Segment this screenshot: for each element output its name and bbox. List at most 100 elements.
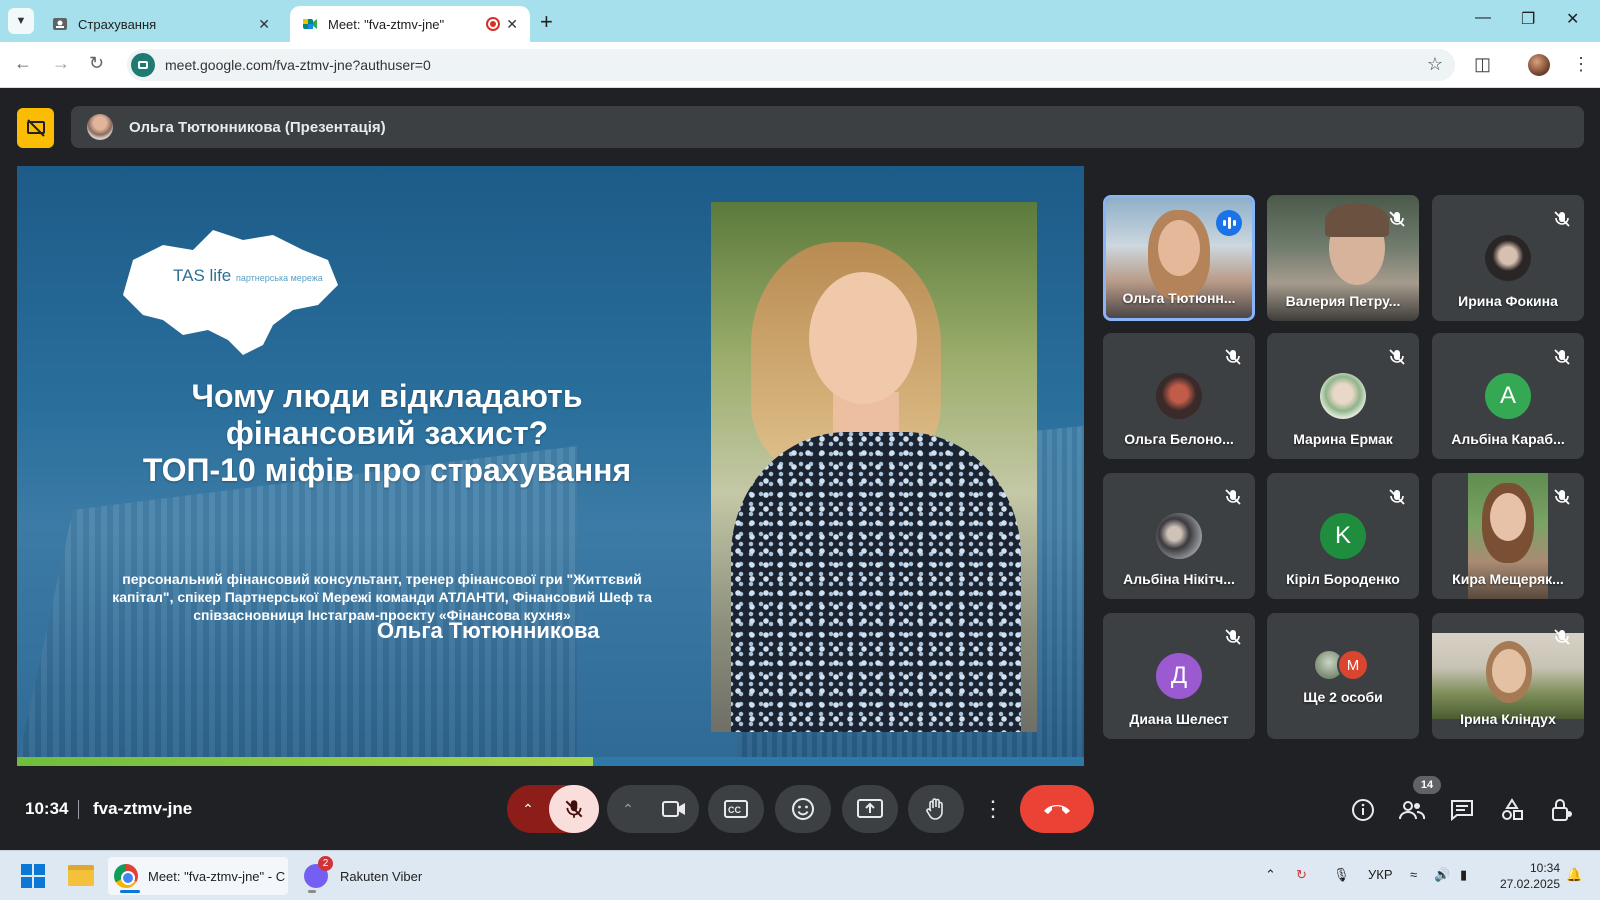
taskbar-viber-app[interactable]: 2 Rakuten Viber bbox=[300, 856, 430, 895]
mic-off-icon bbox=[1554, 489, 1570, 505]
participant-tile[interactable]: A Альбіна Караб... bbox=[1432, 333, 1584, 459]
present-screen-button[interactable] bbox=[842, 785, 898, 833]
participant-name: Кіріл Бороденко bbox=[1286, 571, 1400, 587]
chat-icon bbox=[1451, 800, 1473, 821]
activities-button[interactable] bbox=[1497, 795, 1527, 825]
bookmark-star-icon[interactable]: ☆ bbox=[1427, 54, 1443, 75]
participant-tile[interactable]: Кира Мещеряк... bbox=[1432, 473, 1584, 599]
participant-tile[interactable]: Д Диана Шелест bbox=[1103, 613, 1255, 739]
people-button[interactable] bbox=[1397, 795, 1427, 825]
participant-tile[interactable]: Ірина Кліндух bbox=[1432, 613, 1584, 739]
presentation-icon[interactable] bbox=[17, 108, 54, 148]
close-tab-icon[interactable]: ✕ bbox=[258, 16, 270, 33]
participant-name: Ольга Белоно... bbox=[1124, 431, 1234, 447]
participant-tile[interactable]: Ольга Белоно... bbox=[1103, 333, 1255, 459]
participant-name: Ольга Тютюнн... bbox=[1122, 290, 1236, 306]
audio-options-button[interactable]: ⌃ bbox=[507, 801, 549, 818]
speaking-indicator-icon bbox=[1216, 210, 1242, 236]
tab-title: Страхування bbox=[78, 16, 157, 32]
presenter-label: Ольга Тютюнникова (Презентація) bbox=[129, 118, 386, 136]
mic-off-icon bbox=[1225, 629, 1241, 645]
tab-title: Meet: "fva-ztmv-jne" bbox=[328, 16, 445, 32]
participant-avatar bbox=[1320, 373, 1366, 419]
participant-tile[interactable]: Валерия Петру... bbox=[1267, 195, 1419, 321]
presentation-slide: TAS life партнерська мережа Чому люди ві… bbox=[17, 166, 1084, 766]
slide-title-line: ТОП-10 міфів про страхування bbox=[142, 452, 632, 488]
logo-text: TAS life bbox=[173, 266, 232, 285]
participant-name: Ірина Кліндух bbox=[1460, 711, 1556, 727]
microphone-toggle-button[interactable] bbox=[549, 785, 599, 833]
more-participants-tile[interactable]: M Ще 2 особи bbox=[1267, 613, 1419, 739]
participant-avatar: Д bbox=[1156, 653, 1202, 699]
minimize-icon[interactable]: — bbox=[1475, 9, 1491, 27]
tab-search-button[interactable]: ▼ bbox=[8, 8, 34, 34]
reactions-button[interactable] bbox=[775, 785, 831, 833]
more-options-button[interactable]: ⋮ bbox=[978, 785, 1008, 833]
more-vert-icon: ⋮ bbox=[982, 796, 1004, 821]
taskbar-app-label: Rakuten Viber bbox=[340, 868, 423, 884]
forward-icon[interactable]: → bbox=[52, 53, 70, 74]
back-icon[interactable]: ← bbox=[14, 53, 32, 74]
volume-icon[interactable]: 🔊 bbox=[1434, 867, 1450, 883]
participant-avatar bbox=[1156, 373, 1202, 419]
slide-logo: TAS life партнерська мережа bbox=[173, 266, 323, 286]
slide-title-line: фінансовий захист? bbox=[225, 415, 549, 451]
meeting-details-button[interactable] bbox=[1348, 795, 1378, 825]
captions-icon: CC bbox=[724, 800, 748, 818]
participant-tile[interactable]: Ольга Тютюнн... bbox=[1103, 195, 1255, 321]
end-call-icon bbox=[1044, 805, 1070, 814]
sync-icon[interactable]: ↻ bbox=[1296, 867, 1307, 883]
video-options-button[interactable]: ⌃ bbox=[607, 801, 649, 818]
extensions-icon[interactable]: ◫ bbox=[1474, 54, 1491, 75]
participant-tile[interactable]: Марина Ермак bbox=[1267, 333, 1419, 459]
browser-menu-icon[interactable]: ⋮ bbox=[1572, 54, 1590, 75]
tray-overflow-icon[interactable]: ⌃ bbox=[1265, 867, 1276, 883]
recording-icon bbox=[486, 17, 501, 31]
google-meet-icon bbox=[303, 19, 317, 29]
participant-tile[interactable]: Ирина Фокина bbox=[1432, 195, 1584, 321]
leave-call-button[interactable] bbox=[1020, 785, 1094, 833]
new-tab-button[interactable]: + bbox=[540, 9, 553, 35]
restore-icon[interactable]: ❐ bbox=[1521, 9, 1535, 29]
slide-progress-bar bbox=[17, 757, 1084, 766]
mic-off-icon bbox=[1554, 629, 1570, 645]
participant-avatar bbox=[1156, 513, 1202, 559]
slide-title: Чому люди відкладають фінансовий захист?… bbox=[77, 378, 697, 489]
raise-hand-button[interactable] bbox=[908, 785, 964, 833]
emoji-icon bbox=[792, 798, 814, 820]
screen-share-off-icon bbox=[26, 119, 45, 137]
site-info-icon[interactable] bbox=[131, 53, 155, 77]
people-icon bbox=[1399, 801, 1425, 820]
microphone-tray-icon[interactable]: 🎙 bbox=[1333, 867, 1350, 883]
close-tab-icon[interactable]: ✕ bbox=[506, 16, 518, 33]
wifi-icon[interactable]: ≈ bbox=[1410, 867, 1417, 882]
participant-name: Валерия Петру... bbox=[1285, 293, 1401, 309]
input-language[interactable]: УКР bbox=[1368, 867, 1393, 882]
system-clock[interactable]: 10:34 27.02.2025 bbox=[1494, 860, 1560, 892]
host-controls-button[interactable] bbox=[1547, 795, 1577, 825]
meeting-code: fva-ztmv-jne bbox=[93, 799, 193, 818]
chrome-icon bbox=[114, 864, 138, 888]
participant-tile[interactable]: Альбіна Нікітч... bbox=[1103, 473, 1255, 599]
meet-stage: Ольга Тютюнникова (Презентація) TAS life… bbox=[0, 89, 1600, 850]
camera-toggle-button[interactable] bbox=[649, 800, 699, 818]
chat-button[interactable] bbox=[1447, 795, 1477, 825]
notifications-bell-icon[interactable]: 🔔 bbox=[1566, 867, 1582, 883]
battery-icon[interactable]: ▮ bbox=[1460, 867, 1467, 883]
reload-icon[interactable]: ↻ bbox=[89, 53, 104, 74]
profile-avatar[interactable] bbox=[1528, 54, 1550, 76]
slide-speaker-name: Ольга Тютюнникова bbox=[377, 618, 600, 643]
logo-subtext: партнерська мережа bbox=[236, 273, 323, 283]
participant-avatar bbox=[1485, 235, 1531, 281]
raise-hand-icon bbox=[926, 798, 943, 820]
captions-button[interactable]: CC bbox=[708, 785, 764, 833]
start-button[interactable] bbox=[21, 864, 45, 888]
tab-insurance[interactable]: Страхування ✕ bbox=[40, 6, 282, 42]
taskbar-chrome-app[interactable]: Meet: "fva-ztmv-jne" - C bbox=[108, 857, 288, 895]
mic-off-icon bbox=[565, 800, 583, 818]
address-bar[interactable]: meet.google.com/fva-ztmv-jne?authuser=0 … bbox=[127, 49, 1455, 81]
file-explorer-icon[interactable] bbox=[68, 865, 94, 886]
tab-meet[interactable]: Meet: "fva-ztmv-jne" ✕ bbox=[290, 6, 530, 42]
window-close-icon[interactable]: ✕ bbox=[1566, 9, 1579, 29]
participant-tile[interactable]: K Кіріл Бороденко bbox=[1267, 473, 1419, 599]
